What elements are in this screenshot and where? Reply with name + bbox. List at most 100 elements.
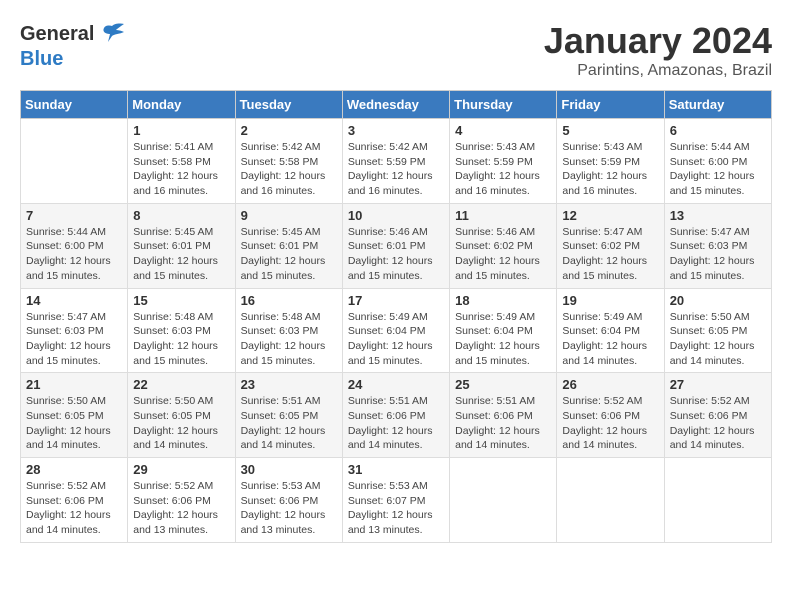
daylight-text: Daylight: 12 hours and 14 minutes. bbox=[26, 508, 122, 537]
table-row: 2 Sunrise: 5:42 AM Sunset: 5:58 PM Dayli… bbox=[235, 119, 342, 204]
sunrise-text: Sunrise: 5:49 AM bbox=[562, 310, 658, 325]
day-info: Sunrise: 5:51 AM Sunset: 6:06 PM Dayligh… bbox=[348, 394, 444, 453]
location-subtitle: Parintins, Amazonas, Brazil bbox=[544, 62, 772, 80]
table-row: 1 Sunrise: 5:41 AM Sunset: 5:58 PM Dayli… bbox=[128, 119, 235, 204]
day-number: 10 bbox=[348, 208, 444, 223]
daylight-text: Daylight: 12 hours and 14 minutes. bbox=[455, 424, 551, 453]
day-number: 25 bbox=[455, 377, 551, 392]
sunrise-text: Sunrise: 5:45 AM bbox=[241, 225, 337, 240]
daylight-text: Daylight: 12 hours and 15 minutes. bbox=[348, 339, 444, 368]
sunset-text: Sunset: 5:59 PM bbox=[348, 155, 444, 170]
daylight-text: Daylight: 12 hours and 14 minutes. bbox=[348, 424, 444, 453]
day-info: Sunrise: 5:42 AM Sunset: 5:58 PM Dayligh… bbox=[241, 140, 337, 199]
day-number: 15 bbox=[133, 293, 229, 308]
weekday-header-row: Sunday Monday Tuesday Wednesday Thursday… bbox=[21, 91, 772, 119]
sunrise-text: Sunrise: 5:45 AM bbox=[133, 225, 229, 240]
sunset-text: Sunset: 6:06 PM bbox=[133, 494, 229, 509]
daylight-text: Daylight: 12 hours and 16 minutes. bbox=[348, 169, 444, 198]
table-row: 31 Sunrise: 5:53 AM Sunset: 6:07 PM Dayl… bbox=[342, 458, 449, 543]
sunrise-text: Sunrise: 5:53 AM bbox=[348, 479, 444, 494]
calendar-week-row: 28 Sunrise: 5:52 AM Sunset: 6:06 PM Dayl… bbox=[21, 458, 772, 543]
table-row: 26 Sunrise: 5:52 AM Sunset: 6:06 PM Dayl… bbox=[557, 373, 664, 458]
day-info: Sunrise: 5:47 AM Sunset: 6:03 PM Dayligh… bbox=[670, 225, 766, 284]
day-number: 28 bbox=[26, 462, 122, 477]
sunset-text: Sunset: 6:00 PM bbox=[670, 155, 766, 170]
table-row: 19 Sunrise: 5:49 AM Sunset: 6:04 PM Dayl… bbox=[557, 288, 664, 373]
day-number: 14 bbox=[26, 293, 122, 308]
table-row: 15 Sunrise: 5:48 AM Sunset: 6:03 PM Dayl… bbox=[128, 288, 235, 373]
table-row: 7 Sunrise: 5:44 AM Sunset: 6:00 PM Dayli… bbox=[21, 203, 128, 288]
day-info: Sunrise: 5:47 AM Sunset: 6:03 PM Dayligh… bbox=[26, 310, 122, 369]
sunrise-text: Sunrise: 5:51 AM bbox=[241, 394, 337, 409]
table-row: 5 Sunrise: 5:43 AM Sunset: 5:59 PM Dayli… bbox=[557, 119, 664, 204]
day-number: 22 bbox=[133, 377, 229, 392]
daylight-text: Daylight: 12 hours and 15 minutes. bbox=[133, 254, 229, 283]
sunset-text: Sunset: 5:58 PM bbox=[241, 155, 337, 170]
table-row: 28 Sunrise: 5:52 AM Sunset: 6:06 PM Dayl… bbox=[21, 458, 128, 543]
table-row: 12 Sunrise: 5:47 AM Sunset: 6:02 PM Dayl… bbox=[557, 203, 664, 288]
sunset-text: Sunset: 6:03 PM bbox=[133, 324, 229, 339]
table-row: 23 Sunrise: 5:51 AM Sunset: 6:05 PM Dayl… bbox=[235, 373, 342, 458]
day-number: 31 bbox=[348, 462, 444, 477]
day-info: Sunrise: 5:48 AM Sunset: 6:03 PM Dayligh… bbox=[241, 310, 337, 369]
daylight-text: Daylight: 12 hours and 13 minutes. bbox=[133, 508, 229, 537]
sunset-text: Sunset: 5:59 PM bbox=[562, 155, 658, 170]
table-row: 18 Sunrise: 5:49 AM Sunset: 6:04 PM Dayl… bbox=[450, 288, 557, 373]
day-info: Sunrise: 5:44 AM Sunset: 6:00 PM Dayligh… bbox=[670, 140, 766, 199]
sunset-text: Sunset: 6:01 PM bbox=[241, 239, 337, 254]
table-row: 16 Sunrise: 5:48 AM Sunset: 6:03 PM Dayl… bbox=[235, 288, 342, 373]
day-number: 13 bbox=[670, 208, 766, 223]
table-row bbox=[664, 458, 771, 543]
sunrise-text: Sunrise: 5:42 AM bbox=[348, 140, 444, 155]
table-row: 29 Sunrise: 5:52 AM Sunset: 6:06 PM Dayl… bbox=[128, 458, 235, 543]
table-row: 4 Sunrise: 5:43 AM Sunset: 5:59 PM Dayli… bbox=[450, 119, 557, 204]
day-info: Sunrise: 5:50 AM Sunset: 6:05 PM Dayligh… bbox=[133, 394, 229, 453]
day-number: 24 bbox=[348, 377, 444, 392]
logo: General Blue bbox=[20, 20, 126, 71]
sunset-text: Sunset: 6:02 PM bbox=[562, 239, 658, 254]
day-info: Sunrise: 5:50 AM Sunset: 6:05 PM Dayligh… bbox=[670, 310, 766, 369]
daylight-text: Daylight: 12 hours and 14 minutes. bbox=[670, 339, 766, 368]
day-info: Sunrise: 5:49 AM Sunset: 6:04 PM Dayligh… bbox=[348, 310, 444, 369]
sunset-text: Sunset: 6:04 PM bbox=[562, 324, 658, 339]
table-row: 17 Sunrise: 5:49 AM Sunset: 6:04 PM Dayl… bbox=[342, 288, 449, 373]
day-info: Sunrise: 5:41 AM Sunset: 5:58 PM Dayligh… bbox=[133, 140, 229, 199]
daylight-text: Daylight: 12 hours and 13 minutes. bbox=[241, 508, 337, 537]
daylight-text: Daylight: 12 hours and 16 minutes. bbox=[241, 169, 337, 198]
day-info: Sunrise: 5:52 AM Sunset: 6:06 PM Dayligh… bbox=[26, 479, 122, 538]
day-number: 17 bbox=[348, 293, 444, 308]
daylight-text: Daylight: 12 hours and 15 minutes. bbox=[241, 339, 337, 368]
sunset-text: Sunset: 5:59 PM bbox=[455, 155, 551, 170]
day-number: 23 bbox=[241, 377, 337, 392]
header-friday: Friday bbox=[557, 91, 664, 119]
daylight-text: Daylight: 12 hours and 16 minutes. bbox=[562, 169, 658, 198]
table-row: 24 Sunrise: 5:51 AM Sunset: 6:06 PM Dayl… bbox=[342, 373, 449, 458]
sunset-text: Sunset: 6:05 PM bbox=[241, 409, 337, 424]
sunset-text: Sunset: 6:03 PM bbox=[670, 239, 766, 254]
day-info: Sunrise: 5:48 AM Sunset: 6:03 PM Dayligh… bbox=[133, 310, 229, 369]
day-info: Sunrise: 5:50 AM Sunset: 6:05 PM Dayligh… bbox=[26, 394, 122, 453]
calendar-week-row: 21 Sunrise: 5:50 AM Sunset: 6:05 PM Dayl… bbox=[21, 373, 772, 458]
sunrise-text: Sunrise: 5:50 AM bbox=[670, 310, 766, 325]
daylight-text: Daylight: 12 hours and 15 minutes. bbox=[670, 254, 766, 283]
day-number: 19 bbox=[562, 293, 658, 308]
sunrise-text: Sunrise: 5:43 AM bbox=[562, 140, 658, 155]
day-info: Sunrise: 5:49 AM Sunset: 6:04 PM Dayligh… bbox=[562, 310, 658, 369]
sunrise-text: Sunrise: 5:51 AM bbox=[455, 394, 551, 409]
daylight-text: Daylight: 12 hours and 15 minutes. bbox=[670, 169, 766, 198]
day-info: Sunrise: 5:53 AM Sunset: 6:06 PM Dayligh… bbox=[241, 479, 337, 538]
day-info: Sunrise: 5:52 AM Sunset: 6:06 PM Dayligh… bbox=[670, 394, 766, 453]
day-number: 6 bbox=[670, 123, 766, 138]
sunset-text: Sunset: 6:04 PM bbox=[348, 324, 444, 339]
day-number: 12 bbox=[562, 208, 658, 223]
day-number: 26 bbox=[562, 377, 658, 392]
day-info: Sunrise: 5:45 AM Sunset: 6:01 PM Dayligh… bbox=[241, 225, 337, 284]
sunrise-text: Sunrise: 5:41 AM bbox=[133, 140, 229, 155]
daylight-text: Daylight: 12 hours and 14 minutes. bbox=[241, 424, 337, 453]
table-row bbox=[557, 458, 664, 543]
sunrise-text: Sunrise: 5:47 AM bbox=[562, 225, 658, 240]
sunrise-text: Sunrise: 5:46 AM bbox=[348, 225, 444, 240]
day-number: 21 bbox=[26, 377, 122, 392]
daylight-text: Daylight: 12 hours and 15 minutes. bbox=[26, 339, 122, 368]
title-area: January 2024 Parintins, Amazonas, Brazil bbox=[544, 20, 772, 80]
